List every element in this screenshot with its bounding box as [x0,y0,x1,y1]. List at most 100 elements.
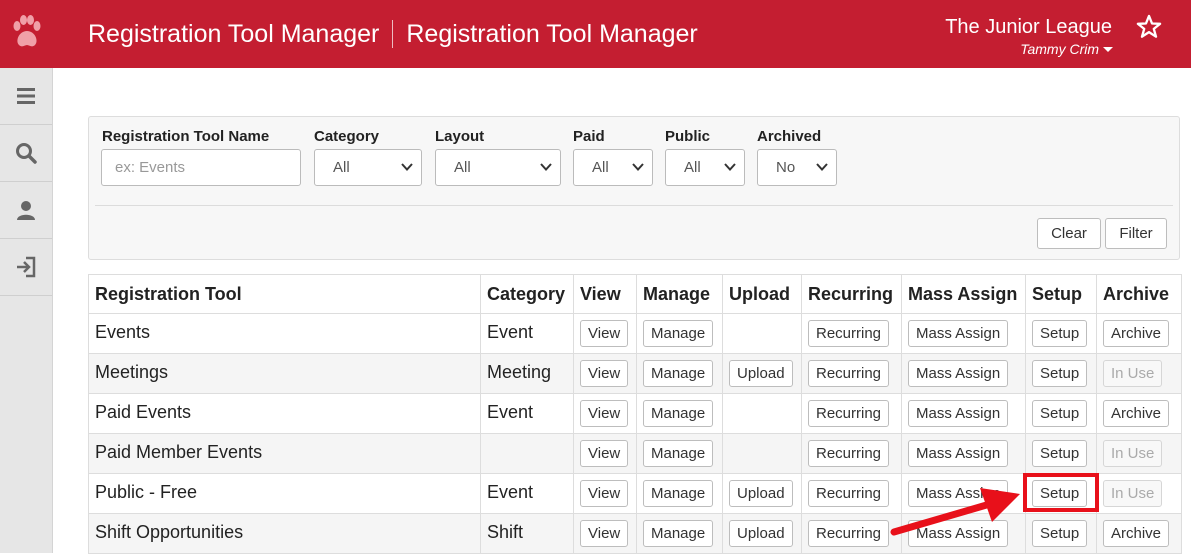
tool-name-cell: Paid Events [88,393,481,434]
manage-cell: Manage [636,313,723,354]
setup-cell: Setup [1025,393,1097,434]
chevron-down-icon [401,163,413,171]
layout-filter-select[interactable]: All [435,149,561,186]
archive-button[interactable]: Archive [1103,400,1170,427]
setup-button[interactable]: Setup [1032,520,1088,547]
view-button[interactable]: View [580,440,629,467]
upload-cell: Upload [722,513,802,554]
view-button[interactable]: View [580,400,629,427]
manage-button[interactable]: Manage [643,480,714,507]
mass-assign-cell: Mass Assign [901,393,1026,434]
tool-name-cell: Shift Opportunities [88,513,481,554]
manage-button[interactable]: Manage [643,440,714,467]
archived-filter-select[interactable]: No [757,149,837,186]
table-row: Paid Member Events View Manage Recurring… [88,433,1182,474]
archive-button[interactable]: Archive [1103,520,1170,547]
mass-assign-button[interactable]: Mass Assign [908,400,1009,427]
archive-cell: In Use [1096,473,1182,514]
upload-button[interactable]: Upload [729,520,793,547]
in-use-button: In Use [1103,480,1163,507]
recurring-button[interactable]: Recurring [808,360,890,387]
setup-cell: Setup [1025,513,1097,554]
category-cell: Meeting [480,353,574,394]
public-filter-label: Public [665,128,711,145]
mass-assign-button[interactable]: Mass Assign [908,440,1009,467]
view-button[interactable]: View [580,520,629,547]
user-menu[interactable]: Tammy Crim [1020,41,1113,57]
recurring-button[interactable]: Recurring [808,520,890,547]
user-icon [17,201,35,220]
caret-down-icon [1103,46,1113,52]
recurring-cell: Recurring [801,313,902,354]
upload-button[interactable]: Upload [729,360,793,387]
upload-button[interactable]: Upload [729,480,793,507]
recurring-cell: Recurring [801,353,902,394]
public-filter-select[interactable]: All [665,149,745,186]
manage-cell: Manage [636,353,723,394]
mass-assign-button[interactable]: Mass Assign [908,320,1009,347]
recurring-cell: Recurring [801,393,902,434]
archive-cell: Archive [1096,393,1182,434]
recurring-button[interactable]: Recurring [808,320,890,347]
recurring-button[interactable]: Recurring [808,440,890,467]
archived-filter-label: Archived [757,128,822,145]
category-cell [480,433,574,474]
view-button[interactable]: View [580,360,629,387]
setup-button[interactable]: Setup [1032,400,1088,427]
setup-button[interactable]: Setup [1032,360,1088,387]
column-header: Registration Tool [88,274,481,314]
sidebar-item-profile[interactable] [0,182,52,239]
mass-assign-button[interactable]: Mass Assign [908,360,1009,387]
view-cell: View [573,473,637,514]
manage-button[interactable]: Manage [643,360,714,387]
sidebar-item-search[interactable] [0,125,52,182]
table-row: Meetings Meeting View Manage Upload Recu… [88,353,1182,394]
paid-filter-select[interactable]: All [573,149,653,186]
archive-cell: Archive [1096,313,1182,354]
recurring-cell: Recurring [801,433,902,474]
column-header: Manage [636,274,723,314]
setup-cell: Setup [1025,353,1097,394]
category-filter-select[interactable]: All [314,149,422,186]
paw-print-icon[interactable] [10,14,44,54]
search-icon [16,143,37,164]
archive-button[interactable]: Archive [1103,320,1170,347]
sign-in-icon [17,256,36,278]
sidebar-item-menu[interactable] [0,68,52,125]
view-cell: View [573,513,637,554]
view-cell: View [573,313,637,354]
view-button[interactable]: View [580,320,629,347]
recurring-button[interactable]: Recurring [808,480,890,507]
manage-cell: Manage [636,393,723,434]
in-use-button: In Use [1103,440,1163,467]
star-icon[interactable] [1135,13,1163,41]
manage-button[interactable]: Manage [643,400,714,427]
column-header: Category [480,274,574,314]
sidebar-item-login[interactable] [0,239,52,296]
recurring-button[interactable]: Recurring [808,400,890,427]
view-cell: View [573,393,637,434]
view-cell: View [573,353,637,394]
category-filter-label: Category [314,128,380,145]
name-filter-input[interactable] [101,149,301,186]
table-row: Events Event View Manage Recurring Mass … [88,313,1182,354]
column-header: Upload [722,274,802,314]
chevron-down-icon [724,163,736,171]
manage-button[interactable]: Manage [643,320,714,347]
archive-cell: In Use [1096,353,1182,394]
tool-name-cell: Paid Member Events [88,433,481,474]
setup-cell: Setup [1025,433,1097,474]
filter-panel: Registration Tool Name Category All Layo… [88,116,1180,260]
table-header-row: Registration Tool Category View Manage U… [88,274,1182,314]
top-bar: Registration Tool Manager Registration T… [0,0,1191,68]
manage-cell: Manage [636,433,723,474]
sidebar [0,68,53,553]
setup-button[interactable]: Setup [1032,440,1088,467]
clear-button[interactable]: Clear [1037,218,1101,249]
manage-button[interactable]: Manage [643,520,714,547]
column-header: Setup [1025,274,1097,314]
view-button[interactable]: View [580,480,629,507]
org-name: The Junior League [945,16,1112,38]
setup-button[interactable]: Setup [1032,320,1088,347]
filter-button[interactable]: Filter [1105,218,1167,249]
